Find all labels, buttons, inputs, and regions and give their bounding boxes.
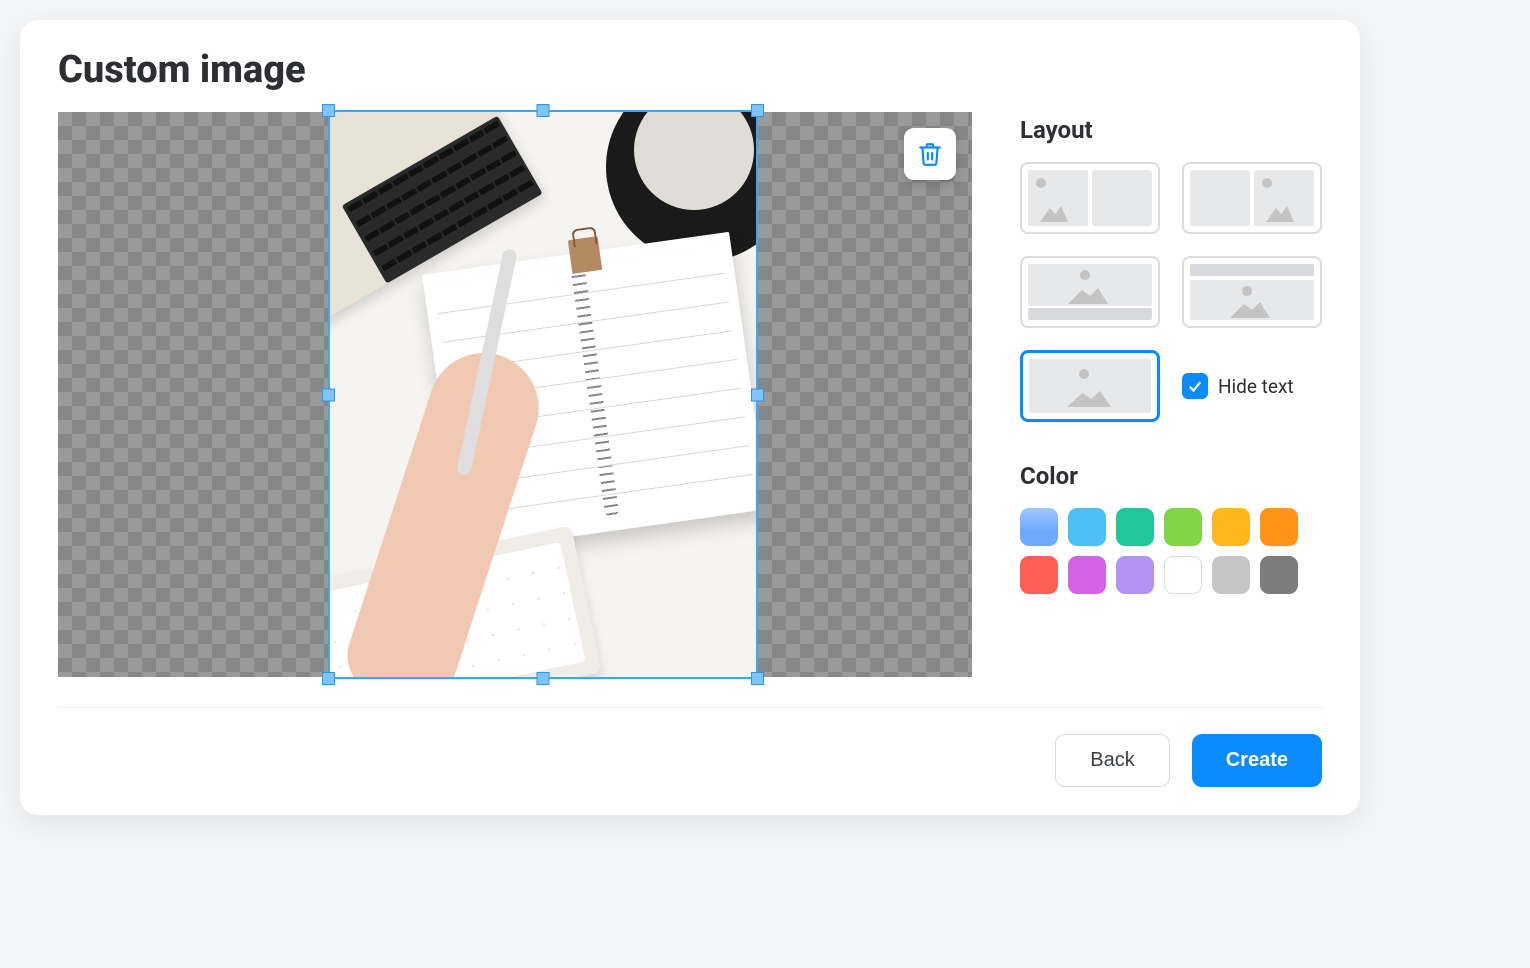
- hide-text-label: Hide text: [1218, 375, 1294, 398]
- color-swatch-9[interactable]: [1164, 556, 1202, 594]
- layout-option-banner-top[interactable]: [1182, 256, 1322, 328]
- layout-option-image-left[interactable]: [1020, 162, 1160, 234]
- image-content: [330, 112, 756, 677]
- layout-options: Hide text: [1020, 162, 1322, 422]
- resize-handle-ml[interactable]: [322, 388, 335, 401]
- color-swatch-2[interactable]: [1116, 508, 1154, 546]
- color-swatch-5[interactable]: [1260, 508, 1298, 546]
- resize-handle-bl[interactable]: [322, 672, 335, 685]
- color-swatch-8[interactable]: [1116, 556, 1154, 594]
- image-canvas[interactable]: [58, 112, 972, 677]
- color-swatch-7[interactable]: [1068, 556, 1106, 594]
- resize-handle-tl[interactable]: [322, 104, 335, 117]
- layout-section-title: Layout: [1020, 116, 1322, 144]
- resize-handle-mr[interactable]: [751, 388, 764, 401]
- color-swatch-11[interactable]: [1260, 556, 1298, 594]
- color-swatch-10[interactable]: [1212, 556, 1250, 594]
- selected-image[interactable]: [328, 110, 758, 679]
- back-button[interactable]: Back: [1055, 734, 1169, 787]
- color-swatch-1[interactable]: [1068, 508, 1106, 546]
- resize-handle-tc[interactable]: [537, 104, 550, 117]
- hide-text-checkbox[interactable]: [1182, 373, 1208, 399]
- dialog-footer: Back Create: [58, 707, 1322, 815]
- color-swatch-3[interactable]: [1164, 508, 1202, 546]
- delete-image-button[interactable]: [904, 128, 956, 180]
- layout-option-image-full[interactable]: [1020, 350, 1160, 422]
- resize-handle-bc[interactable]: [537, 672, 550, 685]
- color-section-title: Color: [1020, 462, 1322, 490]
- color-swatch-0[interactable]: [1020, 508, 1058, 546]
- resize-handle-br[interactable]: [751, 672, 764, 685]
- dialog-title: Custom image: [58, 48, 1322, 92]
- color-swatches: [1020, 508, 1320, 594]
- resize-handle-tr[interactable]: [751, 104, 764, 117]
- check-icon: [1186, 377, 1204, 395]
- custom-image-dialog: Custom image: [20, 20, 1360, 815]
- layout-option-image-right[interactable]: [1182, 162, 1322, 234]
- color-swatch-6[interactable]: [1020, 556, 1058, 594]
- create-button[interactable]: Create: [1192, 734, 1322, 787]
- trash-icon: [917, 141, 943, 167]
- color-swatch-4[interactable]: [1212, 508, 1250, 546]
- layout-option-banner-bottom[interactable]: [1020, 256, 1160, 328]
